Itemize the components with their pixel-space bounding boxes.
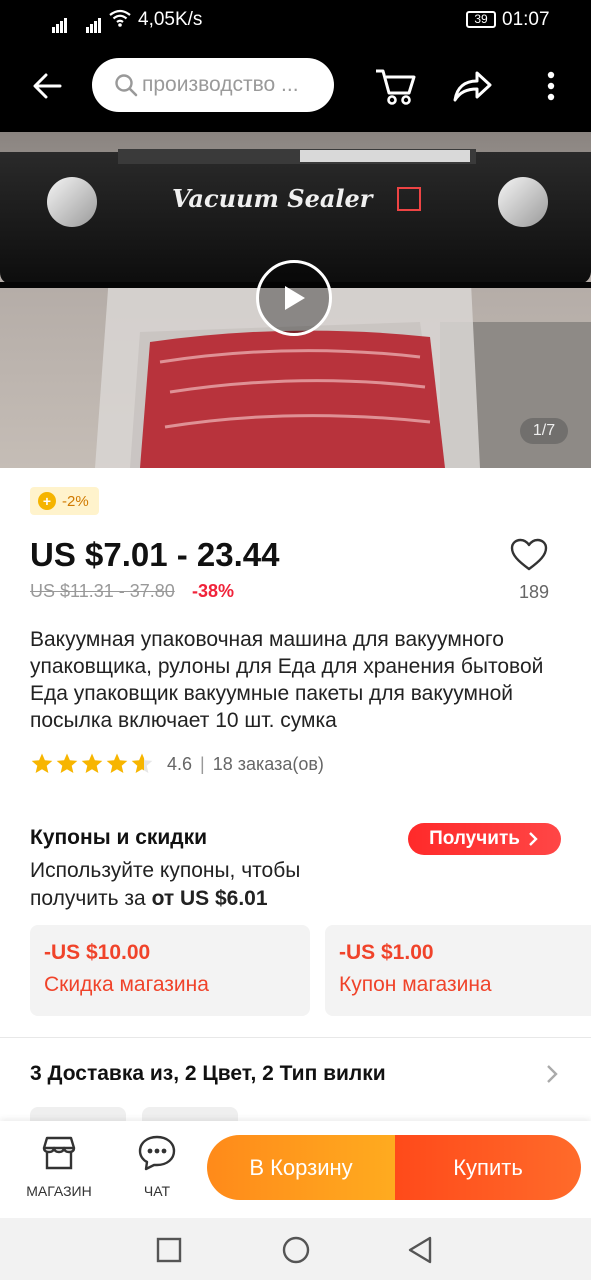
orders-count: 18 заказа(ов): [212, 753, 324, 774]
variant-thumbnail[interactable]: [142, 1107, 238, 1121]
square-icon: [156, 1237, 182, 1263]
play-icon: [285, 286, 305, 310]
star-icon: [81, 753, 103, 773]
back-icon: [33, 73, 62, 99]
back-nav-button[interactable]: [406, 1235, 434, 1265]
coupon-card[interactable]: -US $1.00 Купон магазина: [325, 925, 591, 1016]
play-video-button[interactable]: [256, 260, 332, 336]
image-counter: 1/7: [520, 418, 568, 444]
coupon-amount: -US $1.00: [339, 941, 434, 964]
coin-icon: [38, 492, 56, 510]
triangle-back-icon: [408, 1236, 432, 1264]
coin-discount-badge: -2%: [30, 487, 99, 515]
variants-chevron-icon[interactable]: [545, 1062, 559, 1091]
chat-icon: [138, 1135, 176, 1171]
star-icon: [56, 753, 78, 773]
search-bar[interactable]: [92, 58, 334, 112]
coupons-title: Купоны и скидки: [30, 826, 208, 849]
chat-button[interactable]: ЧАТ: [118, 1134, 196, 1199]
coupons-best-price: от US $6.01: [151, 887, 268, 910]
price: US $7.01 - 23.44: [30, 536, 280, 573]
add-to-cart-button[interactable]: В Корзину: [207, 1135, 395, 1200]
more-button[interactable]: [534, 64, 568, 108]
wishlist-count: 189: [518, 582, 550, 602]
network-speed: 4,05K/s: [138, 9, 203, 30]
coupon-label: Скидка магазина: [44, 973, 209, 996]
wifi-icon: [108, 8, 132, 34]
coupon-card[interactable]: -US $10.00 Скидка магазина: [30, 925, 310, 1016]
signal-icon: [52, 11, 68, 33]
search-icon: [115, 74, 138, 97]
star-icon: [106, 753, 128, 773]
variant-thumbnail[interactable]: [30, 1107, 126, 1121]
store-icon: [42, 1136, 76, 1170]
recents-button[interactable]: [156, 1237, 182, 1263]
old-price: US $11.31 - 37.80: [30, 581, 175, 601]
rating-row[interactable]: 4.6 | 18 заказа(ов): [30, 752, 324, 776]
share-button[interactable]: [449, 64, 495, 108]
chat-label: ЧАТ: [143, 1183, 171, 1199]
rating-value: 4.6: [167, 753, 193, 774]
divider: [0, 1037, 591, 1038]
get-coupons-label: Получить: [429, 828, 520, 849]
cart-icon: [376, 69, 416, 105]
cart-button[interactable]: [372, 64, 418, 108]
coin-discount-label: -2%: [62, 492, 89, 510]
product-gallery[interactable]: Vacuum Sealer: [0, 132, 591, 468]
back-button[interactable]: [24, 64, 70, 108]
more-icon: [547, 71, 555, 101]
search-input[interactable]: [142, 73, 322, 97]
buy-now-button[interactable]: Купить: [395, 1135, 581, 1200]
variants-summary[interactable]: 3 Доставка из, 2 Цвет, 2 Тип вилки: [30, 1062, 386, 1086]
store-label: МАГАЗИН: [26, 1183, 92, 1199]
get-coupons-button[interactable]: Получить: [408, 823, 561, 855]
coupon-amount: -US $10.00: [44, 941, 151, 964]
share-icon: [453, 71, 492, 102]
heart-icon: [510, 538, 548, 571]
separator: |: [200, 753, 205, 774]
home-button[interactable]: [281, 1235, 311, 1265]
coupons-description: Используйте купоны, чтобы получить за от…: [30, 857, 390, 913]
star-icon: [31, 753, 53, 773]
status-bar: 4,05K/s 39 01:07: [0, 0, 591, 40]
chevron-right-icon: [529, 832, 538, 846]
system-navigation-bar: [0, 1218, 591, 1280]
wishlist-button[interactable]: [510, 538, 556, 577]
svg-text:Vacuum Sealer: Vacuum Sealer: [172, 184, 375, 213]
circle-icon: [282, 1236, 310, 1264]
star-icon: [131, 753, 153, 773]
coupon-label: Купон магазина: [339, 973, 492, 996]
store-button[interactable]: МАГАЗИН: [20, 1134, 98, 1199]
clock: 01:07: [502, 9, 550, 30]
signal-icon: [86, 11, 102, 33]
discount-percent: -38%: [192, 581, 235, 601]
battery-indicator: 39: [466, 11, 496, 28]
star-rating: [30, 752, 155, 776]
product-title: Вакуумная упаковочная машина для вакуумн…: [30, 628, 544, 732]
